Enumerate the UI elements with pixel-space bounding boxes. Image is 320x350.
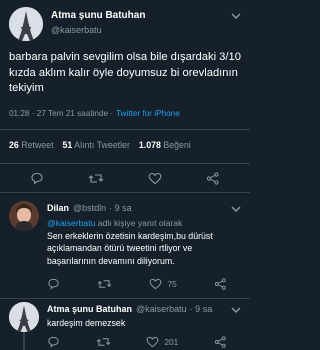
reply-actions: 75	[47, 277, 227, 290]
divider	[0, 298, 250, 299]
retweets-label: Retweet	[21, 140, 54, 150]
like-count: 75	[167, 278, 177, 289]
tweet-time: 01:28 · 27 Tem 21 saatinde ·	[9, 109, 114, 118]
thread-line	[23, 331, 25, 350]
reply-to-handle[interactable]: @kaiserbatu	[47, 218, 95, 228]
tweet-source[interactable]: Twitter for iPhone	[116, 109, 180, 118]
heart-icon	[150, 278, 162, 289]
tweet-stats: 26 Retweet 51 Alıntı Tweetler 1.078 Beğe…	[9, 140, 191, 150]
share-icon[interactable]	[214, 335, 227, 348]
reply-icon[interactable]	[30, 171, 44, 185]
reply-actions: 201	[47, 335, 227, 348]
main-tweet-actions	[30, 171, 220, 185]
likes-label: Beğeni	[163, 140, 191, 150]
reply-age[interactable]: · 9 sa	[190, 304, 213, 314]
retweet-icon[interactable]	[88, 171, 104, 185]
likes-count: 1.078	[138, 140, 161, 150]
eiffel-tower-image	[9, 302, 39, 332]
quotes-label: Alıntı Tweetler	[74, 140, 130, 150]
chevron-down-icon[interactable]	[230, 10, 242, 22]
quotes-stat[interactable]: 51 Alıntı Tweetler	[63, 140, 130, 150]
tweet-meta: 01:28 · 27 Tem 21 saatinde · Twitter for…	[9, 109, 180, 118]
reply-text: Sen erkeklerin özetisin kardeşim,bu dürü…	[47, 231, 213, 266]
reply-text: kardeşim demezsek	[47, 318, 126, 328]
reply-author-handle[interactable]: @kaiserbatu	[136, 304, 187, 314]
reply-author-name[interactable]: Atma şunu Batuhan	[47, 304, 132, 314]
like-button[interactable]: 75	[149, 277, 177, 290]
share-icon[interactable]	[206, 171, 220, 185]
like-count: 201	[164, 336, 179, 347]
tweet-text: barbara palvin sevgilim olsa bile dışard…	[9, 51, 241, 94]
reply-avatar[interactable]	[9, 201, 39, 231]
retweet-icon[interactable]	[96, 335, 111, 348]
reply-author-handle[interactable]: @bstdln	[73, 203, 106, 213]
reply-icon[interactable]	[47, 335, 60, 348]
profile-photo-image	[9, 201, 39, 231]
reply-age[interactable]: · 9 sa	[109, 203, 132, 213]
reply-avatar[interactable]	[9, 302, 39, 332]
retweets-stat[interactable]: 26 Retweet	[9, 140, 54, 150]
divider	[0, 192, 250, 193]
chevron-down-icon[interactable]	[230, 304, 242, 316]
chevron-down-icon[interactable]	[230, 203, 242, 215]
eiffel-tower-image	[9, 7, 43, 41]
divider	[0, 163, 250, 164]
divider	[0, 129, 250, 130]
reply-to-suffix: adlı kişiye yanıt olarak	[95, 218, 183, 228]
likes-stat[interactable]: 1.078 Beğeni	[139, 140, 191, 150]
retweets-count: 26	[9, 140, 19, 150]
reply-icon[interactable]	[47, 277, 60, 290]
heart-icon[interactable]	[148, 171, 162, 185]
author-handle[interactable]: @kaiserbatu	[51, 25, 102, 35]
quotes-count: 51	[62, 140, 73, 150]
reply-context: @kaiserbatu adlı kişiye yanıt olarak	[47, 218, 182, 228]
heart-icon	[146, 336, 159, 347]
reply-header: Dilan @bstdln · 9 sa	[47, 203, 132, 213]
reply-author-name[interactable]: Dilan	[47, 203, 69, 213]
author-name[interactable]: Atma şunu Batuhan	[51, 10, 145, 21]
like-button[interactable]: 201	[146, 335, 178, 348]
author-avatar[interactable]	[9, 7, 43, 41]
reply-header: Atma şunu Batuhan @kaiserbatu · 9 sa	[47, 304, 212, 314]
share-icon[interactable]	[214, 277, 227, 290]
retweet-icon[interactable]	[97, 277, 112, 290]
